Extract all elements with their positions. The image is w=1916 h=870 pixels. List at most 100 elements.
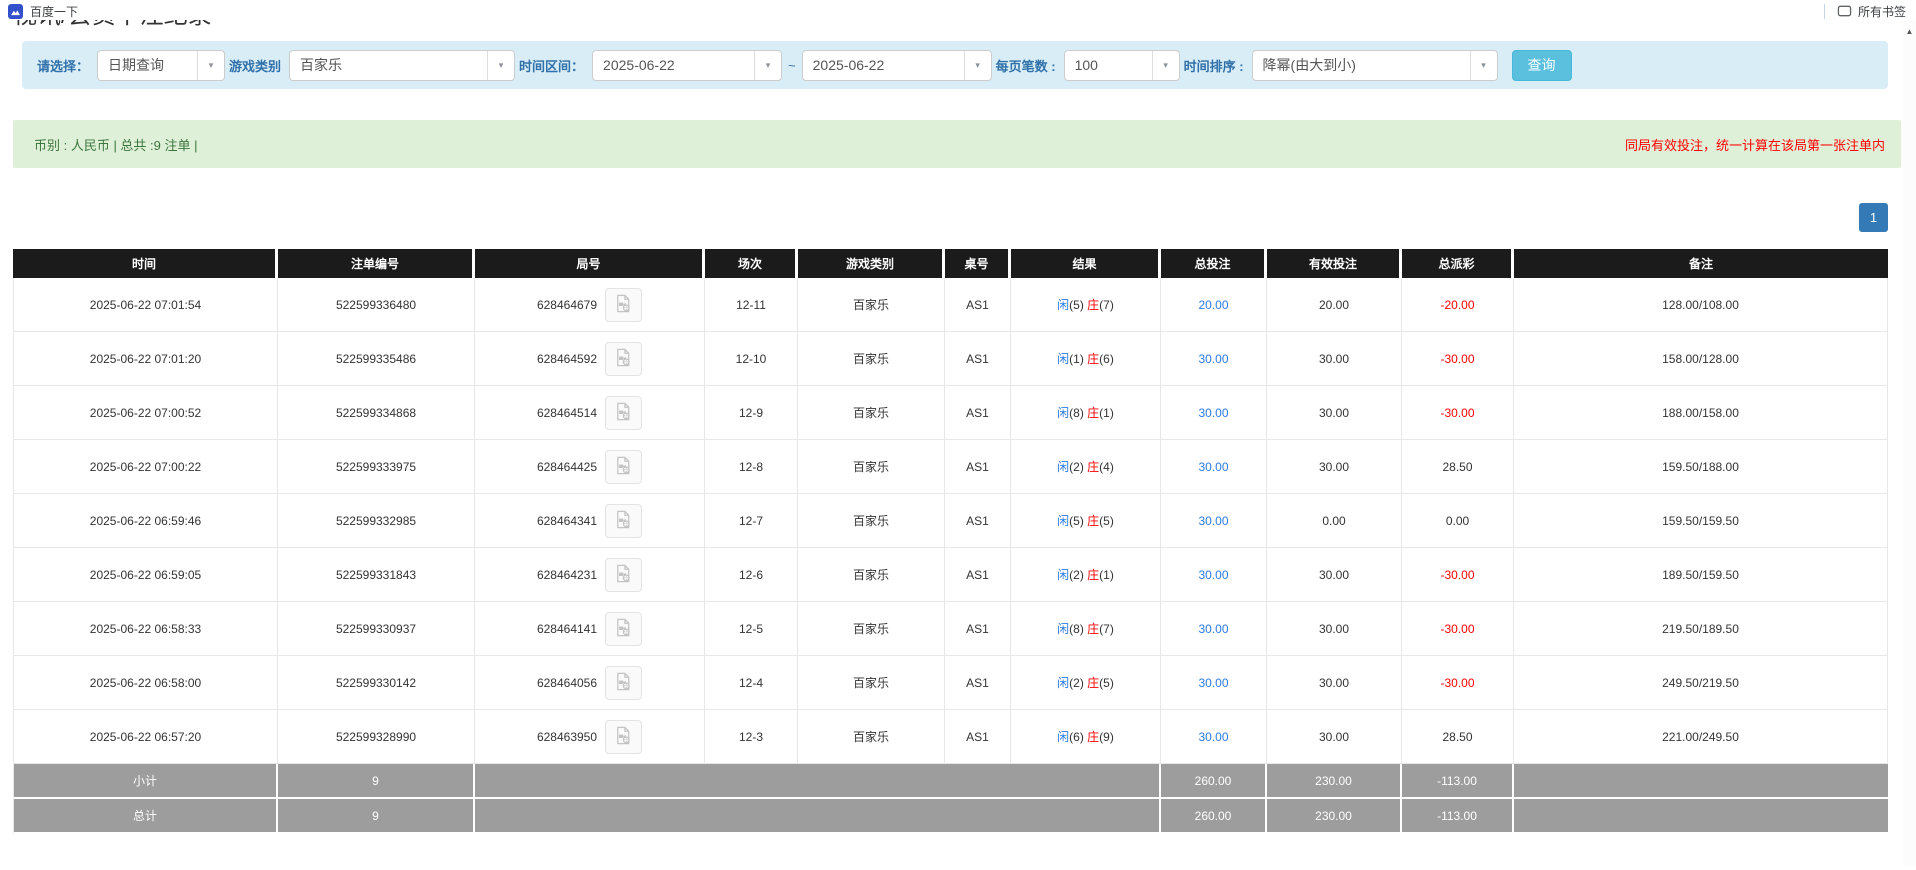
result-banker-label: 庄: [1087, 406, 1099, 420]
cell-remark: 159.50/188.00: [1514, 440, 1888, 494]
video-replay-button[interactable]: [605, 666, 642, 700]
cell-round-id: 628464425: [475, 440, 705, 494]
video-replay-button[interactable]: [605, 612, 642, 646]
result-player-label: 闲: [1057, 568, 1069, 582]
cell-payout: -30.00: [1402, 656, 1514, 710]
round-number: 628464679: [537, 298, 597, 312]
video-replay-button[interactable]: [605, 288, 642, 322]
payout-sum: -113.00: [1402, 799, 1514, 834]
cell-total-bet: 30.00: [1161, 332, 1267, 386]
video-file-icon: [614, 672, 633, 694]
total-bet-link[interactable]: 20.00: [1198, 298, 1228, 312]
cell-result: 闲(8) 庄(7): [1011, 602, 1161, 656]
cell-time: 2025-06-22 06:57:20: [13, 710, 278, 764]
total-bet-link[interactable]: 30.00: [1198, 460, 1228, 474]
video-replay-button[interactable]: [605, 720, 642, 754]
column-header: 结果: [1011, 249, 1161, 278]
search-button[interactable]: 查询: [1512, 50, 1572, 81]
total-bet-link[interactable]: 30.00: [1198, 622, 1228, 636]
cell-session: 12-4: [705, 656, 798, 710]
query-type-select[interactable]: 日期查询 ▾: [97, 50, 225, 81]
date-from-value: 2025-06-22: [593, 51, 754, 80]
cell-table-number: AS1: [945, 548, 1011, 602]
sort-order-select[interactable]: 降幂(由大到小) ▾: [1252, 50, 1498, 81]
video-replay-button[interactable]: [605, 396, 642, 430]
cell-result: 闲(5) 庄(5): [1011, 494, 1161, 548]
cell-round-id: 628464141: [475, 602, 705, 656]
cell-total-bet: 30.00: [1161, 440, 1267, 494]
column-header: 备注: [1514, 249, 1888, 278]
cell-remark: 188.00/158.00: [1514, 386, 1888, 440]
scroll-up-arrow-icon[interactable]: ▲: [1903, 20, 1916, 36]
page-size-value: 100: [1065, 51, 1152, 80]
site-favicon-image-icon[interactable]: [8, 4, 23, 19]
cell-valid-bet: 30.00: [1267, 710, 1402, 764]
cell-remark: 189.50/159.50: [1514, 548, 1888, 602]
date-from-select[interactable]: 2025-06-22 ▾: [592, 50, 782, 81]
result-player-label: 闲: [1057, 298, 1069, 312]
video-replay-button[interactable]: [605, 558, 642, 592]
cell-table-number: AS1: [945, 332, 1011, 386]
result-banker-value: (6): [1099, 352, 1114, 366]
cell-valid-bet: 30.00: [1267, 656, 1402, 710]
subtotal-row: 小计9260.00230.00-113.00: [13, 764, 1888, 799]
result-banker-label: 庄: [1087, 514, 1099, 528]
chevron-down-icon: ▾: [754, 51, 781, 80]
video-replay-button[interactable]: [605, 504, 642, 538]
total-bet-link[interactable]: 30.00: [1198, 568, 1228, 582]
cell-session: 12-8: [705, 440, 798, 494]
total-bet-link[interactable]: 30.00: [1198, 514, 1228, 528]
total-remark: [1514, 764, 1888, 799]
result-banker-value: (1): [1099, 568, 1114, 582]
video-replay-button[interactable]: [605, 342, 642, 376]
video-file-icon: [614, 402, 633, 424]
total-bet-link[interactable]: 30.00: [1198, 352, 1228, 366]
cell-bet-id: 522599333975: [278, 440, 475, 494]
result-player-value: (8): [1069, 622, 1087, 636]
video-file-icon: [614, 726, 633, 748]
cell-round-id: 628464514: [475, 386, 705, 440]
game-type-label: 游戏类别: [229, 56, 281, 75]
game-type-select[interactable]: 百家乐 ▾: [289, 50, 515, 81]
result-player-value: (8): [1069, 406, 1087, 420]
total-bet-link[interactable]: 30.00: [1198, 730, 1228, 744]
cell-payout: -30.00: [1402, 548, 1514, 602]
cell-payout: 28.50: [1402, 440, 1514, 494]
result-banker-value: (9): [1099, 730, 1114, 744]
cell-result: 闲(2) 庄(1): [1011, 548, 1161, 602]
date-to-select[interactable]: 2025-06-22 ▾: [802, 50, 992, 81]
cell-session: 12-6: [705, 548, 798, 602]
result-banker-label: 庄: [1087, 730, 1099, 744]
all-bookmarks-button[interactable]: 所有书签: [1858, 3, 1906, 20]
all-bookmarks-folder-icon: [1837, 4, 1852, 18]
query-type-value: 日期查询: [98, 51, 197, 80]
total-bet-link[interactable]: 30.00: [1198, 676, 1228, 690]
result-banker-label: 庄: [1087, 460, 1099, 474]
total-bet-link[interactable]: 30.00: [1198, 406, 1228, 420]
result-player-label: 闲: [1057, 514, 1069, 528]
video-file-icon: [614, 456, 633, 478]
cell-time: 2025-06-22 07:01:54: [13, 278, 278, 332]
page-size-select[interactable]: 100 ▾: [1064, 50, 1180, 81]
table-body: 2025-06-22 07:01:54522599336480628464679…: [13, 278, 1888, 834]
cell-bet-id: 522599331843: [278, 548, 475, 602]
cell-table-number: AS1: [945, 494, 1011, 548]
cell-result: 闲(2) 庄(5): [1011, 656, 1161, 710]
currency-total-text: 币别 : 人民币 | 总共 :9 注单 |: [34, 135, 198, 154]
bookmark-bar: 百度一下 所有书签: [0, 0, 1916, 20]
cell-table-number: AS1: [945, 278, 1011, 332]
filter-bar: 请选择： 日期查询 ▾ 游戏类别 百家乐 ▾ 时间区间： 2025-06-22 …: [22, 41, 1888, 89]
cell-round-id: 628464231: [475, 548, 705, 602]
bookmark-item-baidu[interactable]: 百度一下: [30, 3, 78, 20]
cell-session: 12-5: [705, 602, 798, 656]
cell-table-number: AS1: [945, 386, 1011, 440]
vertical-scrollbar[interactable]: ▲: [1903, 20, 1916, 866]
cell-time: 2025-06-22 06:59:05: [13, 548, 278, 602]
valid-bet-sum: 230.00: [1267, 764, 1402, 799]
cell-payout: -30.00: [1402, 386, 1514, 440]
page-1-button[interactable]: 1: [1859, 203, 1888, 232]
video-replay-button[interactable]: [605, 450, 642, 484]
result-banker-label: 庄: [1087, 298, 1099, 312]
cell-valid-bet: 20.00: [1267, 278, 1402, 332]
result-banker-value: (7): [1099, 622, 1114, 636]
